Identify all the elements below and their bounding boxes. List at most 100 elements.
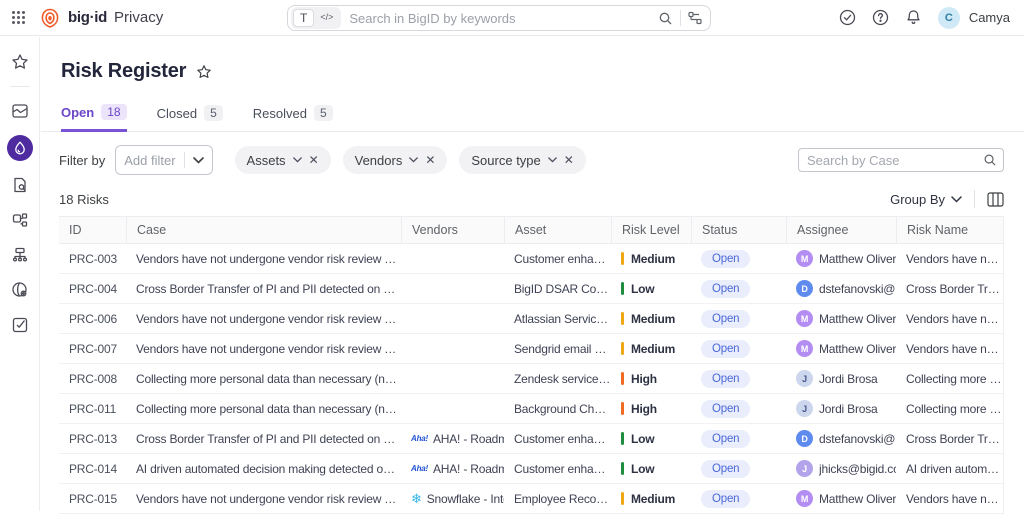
user-avatar[interactable]: C: [938, 7, 960, 29]
add-filter-dropdown[interactable]: Add filter: [115, 145, 212, 175]
cell-case: Collecting more personal data than neces…: [126, 402, 401, 416]
table-row[interactable]: PRC-007 Vendors have not undergone vendo…: [59, 334, 1003, 364]
risk-level-bar: [621, 342, 624, 355]
tab-bar: Open 18 Closed 5 Resolved 5: [41, 104, 1024, 132]
filter-chip-vendors[interactable]: Vendors ✕: [343, 146, 448, 174]
global-search[interactable]: T </>: [287, 5, 711, 31]
cell-vendor: Aha! AHA! - Roadmap so: [401, 462, 504, 476]
cell-case: Vendors have not undergone vendor risk r…: [126, 492, 401, 506]
table-row[interactable]: PRC-014 AI driven automated decision mak…: [59, 454, 1003, 484]
table-row[interactable]: PRC-013 Cross Border Transfer of PI and …: [59, 424, 1003, 454]
case-search-box[interactable]: [798, 148, 1004, 172]
dashboard-icon: [11, 102, 29, 120]
table-row[interactable]: PRC-004 Cross Border Transfer of PI and …: [59, 274, 1003, 304]
group-by-dropdown[interactable]: Group By: [890, 192, 962, 207]
risk-count: 18 Risks: [59, 192, 109, 207]
filter-by-label: Filter by: [59, 153, 105, 168]
column-header-id[interactable]: ID: [59, 217, 126, 243]
help-icon[interactable]: [872, 9, 890, 27]
table-row[interactable]: PRC-003 Vendors have not undergone vendo…: [59, 244, 1003, 274]
text-mode-button[interactable]: T: [293, 9, 314, 27]
chevron-down-icon: [951, 196, 962, 203]
status-badge: Open: [701, 400, 750, 418]
cell-status: Open: [691, 280, 786, 298]
global-search-input[interactable]: [349, 11, 658, 26]
column-header-assignee[interactable]: Assignee: [786, 217, 896, 243]
cell-asset: Zendesk service desk: [504, 372, 611, 386]
bigid-logo[interactable]: big·id Privacy: [39, 7, 163, 29]
cell-risk-level: Medium: [611, 492, 691, 506]
cell-case: Collecting more personal data than neces…: [126, 372, 401, 386]
cell-vendor: ❄ Snowflake - Interop: [401, 491, 504, 507]
cell-assignee: J Jordi Brosa: [786, 400, 896, 417]
vendor-label: AHA! - Roadmap so: [433, 432, 504, 446]
cell-asset: Atlassian Service De...: [504, 312, 611, 326]
column-settings-icon[interactable]: [987, 192, 1004, 207]
sidebar-item-data-objects[interactable]: [9, 209, 31, 231]
cell-risk-name: Vendors have not un...: [896, 252, 1003, 266]
status-badge: Open: [701, 370, 750, 388]
cell-asset: Customer enhancem...: [504, 432, 611, 446]
user-name[interactable]: Camya: [969, 10, 1010, 25]
notifications-bell-icon[interactable]: [905, 9, 923, 27]
table-row[interactable]: PRC-008 Collecting more personal data th…: [59, 364, 1003, 394]
sidebar-item-dashboard[interactable]: [9, 100, 31, 122]
sidebar-item-risk-register-active[interactable]: [7, 135, 33, 161]
assignee-avatar: D: [796, 430, 813, 447]
assignee-name: dstefanovski@bigid: [819, 432, 896, 446]
cell-risk-level: Medium: [611, 252, 691, 266]
vendor-label: Snowflake - Interop: [427, 492, 504, 506]
column-header-risk-name[interactable]: Risk Name: [896, 217, 1003, 243]
advanced-search-icon[interactable]: [688, 11, 702, 25]
table-row[interactable]: PRC-011 Collecting more personal data th…: [59, 394, 1003, 424]
tab-closed-count: 5: [204, 105, 223, 121]
assignee-avatar: J: [796, 460, 813, 477]
column-header-case[interactable]: Case: [126, 217, 401, 243]
risk-level-label: Medium: [631, 342, 675, 356]
sidebar-item-data-mapping[interactable]: [9, 244, 31, 266]
code-mode-button[interactable]: </>: [314, 9, 339, 27]
tab-closed[interactable]: Closed 5: [157, 104, 223, 131]
sidebar-item-policies[interactable]: [9, 279, 31, 301]
filter-chip-source-type[interactable]: Source type ✕: [459, 146, 585, 174]
remove-chip-icon[interactable]: ✕: [564, 153, 574, 167]
search-mode-toggle[interactable]: T </>: [291, 7, 341, 29]
status-badge: Open: [701, 340, 750, 358]
product-name: big·id: [68, 9, 107, 26]
assignee-name: Jordi Brosa: [819, 402, 878, 416]
remove-chip-icon[interactable]: ✕: [425, 153, 435, 167]
cell-risk-name: Cross Border Transfe...: [896, 432, 1003, 446]
chevron-down-icon[interactable]: [548, 157, 557, 163]
column-header-asset[interactable]: Asset: [504, 217, 611, 243]
favorite-star-icon[interactable]: [196, 64, 212, 80]
module-name: Privacy: [114, 9, 163, 26]
assignee-name: jhicks@bigid.com (D: [819, 462, 896, 476]
case-search-input[interactable]: [807, 153, 983, 168]
table-row[interactable]: PRC-006 Vendors have not undergone vendo…: [59, 304, 1003, 334]
column-header-risk-level[interactable]: Risk Level: [611, 217, 691, 243]
risk-level-bar: [621, 282, 624, 295]
tab-open[interactable]: Open 18: [61, 104, 127, 132]
cell-assignee: J jhicks@bigid.com (D: [786, 460, 896, 477]
app-launcher-icon[interactable]: [12, 11, 25, 24]
remove-chip-icon[interactable]: ✕: [309, 153, 319, 167]
search-icon[interactable]: [658, 11, 673, 26]
risk-droplet-icon: [13, 141, 27, 155]
status-badge: Open: [701, 280, 750, 298]
status-badge: Open: [701, 460, 750, 478]
status-badge: Open: [701, 250, 750, 268]
search-icon[interactable]: [983, 153, 997, 167]
chevron-down-icon[interactable]: [293, 157, 302, 163]
tab-resolved[interactable]: Resolved 5: [253, 104, 333, 131]
sidebar-item-tasks[interactable]: [9, 314, 31, 336]
sidebar-item-reports[interactable]: [9, 174, 31, 196]
column-header-status[interactable]: Status: [691, 217, 786, 243]
tasks-status-icon[interactable]: [839, 9, 857, 27]
chevron-down-icon[interactable]: [409, 157, 418, 163]
column-header-vendors[interactable]: Vendors: [401, 217, 504, 243]
assignee-avatar: M: [796, 490, 813, 507]
table-row[interactable]: PRC-015 Vendors have not undergone vendo…: [59, 484, 1003, 514]
filter-chip-assets[interactable]: Assets ✕: [235, 146, 331, 174]
status-badge: Open: [701, 310, 750, 328]
sidebar-item-favorites[interactable]: [9, 51, 31, 73]
